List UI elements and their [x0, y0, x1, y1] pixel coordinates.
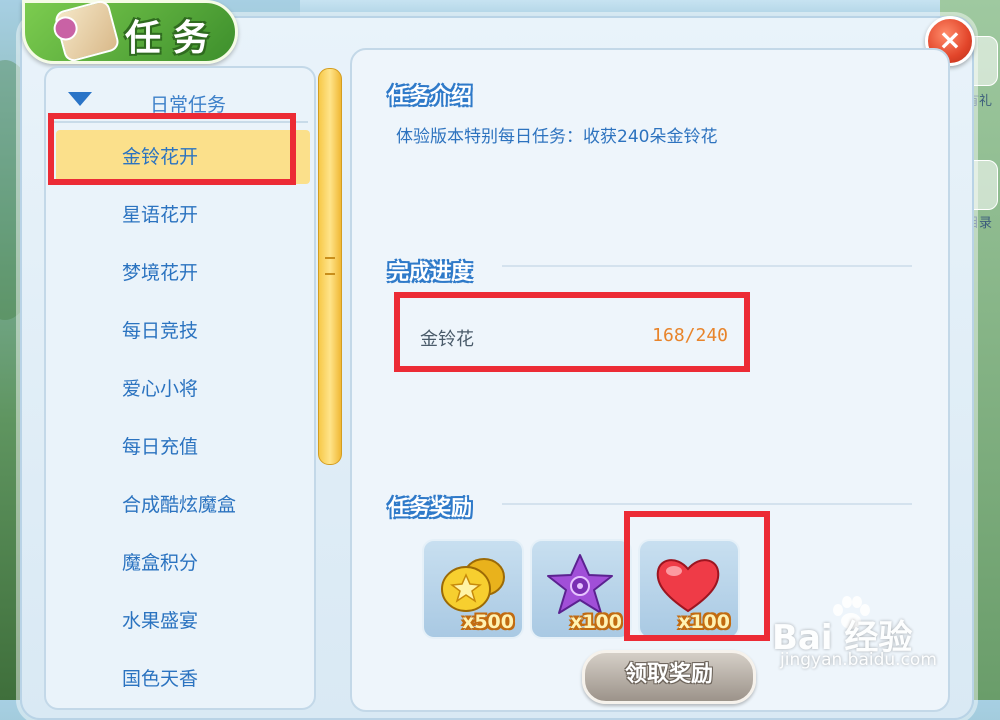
gold-coins-icon — [441, 558, 505, 612]
reward-qty: x100 — [570, 611, 622, 633]
baidu-jingyan-watermark: Bai 经验 jingyan.baidu.com — [772, 596, 992, 676]
task-item-xingyu[interactable]: 星语花开 — [56, 188, 310, 242]
highlight-box-progress — [394, 292, 750, 372]
task-item-guose[interactable]: 国色天香 — [56, 652, 310, 706]
task-item-fruit-feast[interactable]: 水果盛宴 — [56, 594, 310, 648]
task-list-scrollbar[interactable] — [318, 68, 342, 465]
highlight-box-selected-task — [48, 113, 296, 185]
task-scroll-icon — [53, 0, 121, 64]
reward-slot-star[interactable]: x100 — [530, 539, 632, 639]
dialog-title: 任务 — [125, 18, 222, 59]
task-item-magic-box[interactable]: 合成酷炫魔盒 — [56, 478, 310, 532]
reward-slot-coins[interactable]: x500 — [422, 539, 524, 639]
collapse-triangle-icon — [68, 92, 92, 106]
section-title-progress: 完成进度 — [388, 260, 472, 284]
dialog-title-banner: 任务 — [22, 0, 238, 64]
purple-star-icon — [547, 554, 613, 614]
highlight-box-heart-reward — [624, 511, 770, 641]
section-title-intro: 任务介绍 — [388, 84, 472, 108]
task-description: 体验版本特别每日任务：收获240朵金铃花 — [396, 127, 718, 147]
divider — [502, 503, 912, 505]
task-item-love[interactable]: 爱心小将 — [56, 362, 310, 416]
task-item-box-points[interactable]: 魔盒积分 — [56, 536, 310, 590]
scrollbar-grip — [325, 257, 335, 275]
claim-reward-button[interactable]: 领取奖励 — [582, 650, 756, 704]
task-item-mengjing[interactable]: 梦境花开 — [56, 246, 310, 300]
section-title-reward: 任务奖励 — [388, 496, 472, 520]
task-item-daily-recharge[interactable]: 每日充值 — [56, 420, 310, 474]
task-item-daily-arena[interactable]: 每日竞技 — [56, 304, 310, 358]
reward-qty: x500 — [462, 611, 514, 633]
watermark-url: jingyan.baidu.com — [780, 650, 937, 670]
divider — [502, 265, 912, 267]
